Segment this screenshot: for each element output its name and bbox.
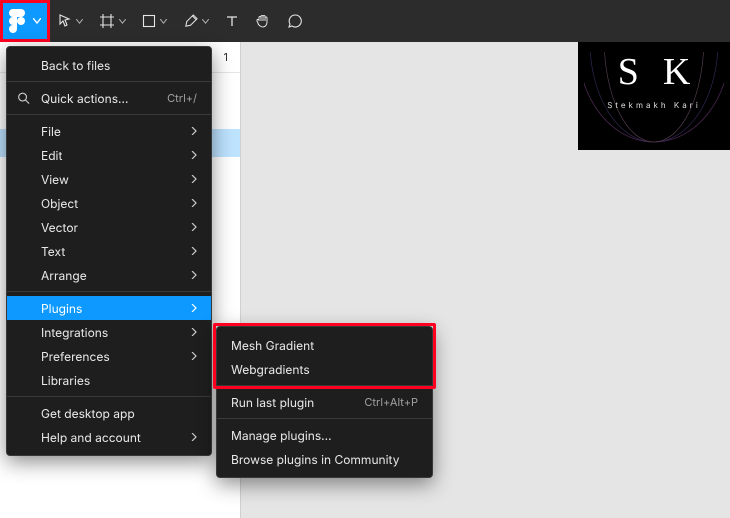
text-icon — [225, 14, 239, 28]
chevron-right-icon — [191, 175, 197, 183]
shape-tool[interactable] — [134, 0, 175, 42]
chevron-down-icon — [119, 19, 126, 24]
search-icon — [17, 92, 30, 105]
menu-label: Plugins — [41, 301, 82, 316]
canvas-thumbnail: SK Stekmakh Kari — [578, 42, 730, 150]
figma-logo-icon — [9, 9, 25, 33]
chevron-right-icon — [191, 328, 197, 336]
menu-label: Libraries — [41, 373, 90, 388]
chevron-down-icon — [160, 19, 167, 24]
submenu-shortcut: Ctrl+Alt+P — [364, 395, 418, 409]
menu-separator — [7, 114, 211, 115]
menu-label: Object — [41, 196, 78, 211]
frame-icon — [99, 13, 115, 29]
main-menu: Back to files Quick actions... Ctrl+/ Fi… — [6, 46, 212, 456]
menu-quick-actions[interactable]: Quick actions... Ctrl+/ — [7, 86, 211, 110]
submenu-label: Browse plugins in Community — [231, 452, 399, 467]
frame-tool[interactable] — [91, 0, 134, 42]
menu-label: Arrange — [41, 268, 87, 283]
menu-back-to-files[interactable]: Back to files — [7, 53, 211, 77]
menu-separator — [7, 81, 211, 82]
menu-libraries[interactable]: Libraries — [7, 368, 211, 392]
chevron-right-icon — [191, 127, 197, 135]
menu-file[interactable]: File — [7, 119, 211, 143]
menu-separator — [7, 291, 211, 292]
submenu-mesh-gradient[interactable]: Mesh Gradient — [217, 333, 432, 357]
hand-icon — [255, 13, 271, 29]
submenu-webgradients[interactable]: Webgradients — [217, 357, 432, 381]
chevron-right-icon — [191, 223, 197, 231]
chevron-down-icon — [33, 18, 41, 24]
thumb-subtitle: Stekmakh Kari — [578, 100, 730, 110]
menu-object[interactable]: Object — [7, 191, 211, 215]
chevron-right-icon — [191, 304, 197, 312]
chevron-right-icon — [191, 199, 197, 207]
move-tool[interactable] — [50, 0, 91, 42]
menu-plugins[interactable]: Plugins — [7, 296, 211, 320]
submenu-label: Webgradients — [231, 362, 310, 377]
menu-text[interactable]: Text — [7, 239, 211, 263]
hand-tool[interactable] — [247, 0, 279, 42]
text-tool[interactable] — [217, 0, 247, 42]
submenu-label: Mesh Gradient — [231, 338, 314, 353]
pen-tool[interactable] — [175, 0, 217, 42]
plugins-submenu: Mesh Gradient Webgradients Run last plug… — [216, 326, 433, 478]
top-toolbar — [0, 0, 730, 42]
menu-label: Preferences — [41, 349, 110, 364]
menu-label: Help and account — [41, 430, 141, 445]
thumb-title: SK — [578, 50, 730, 94]
menu-label: Edit — [41, 148, 62, 163]
menu-label: Get desktop app — [41, 406, 135, 421]
submenu-manage-plugins[interactable]: Manage plugins... — [217, 423, 432, 447]
menu-label: View — [41, 172, 69, 187]
menu-label: Integrations — [41, 325, 108, 340]
menu-shortcut: Ctrl+/ — [167, 91, 197, 105]
highlight-box — [0, 0, 50, 42]
cursor-icon — [58, 14, 72, 28]
menu-get-desktop-app[interactable]: Get desktop app — [7, 401, 211, 425]
chevron-down-icon — [76, 19, 83, 24]
chevron-right-icon — [191, 352, 197, 360]
figma-menu-button[interactable] — [0, 0, 50, 42]
menu-preferences[interactable]: Preferences — [7, 344, 211, 368]
menu-label: Text — [41, 244, 65, 259]
submenu-label: Run last plugin — [231, 395, 314, 410]
chevron-right-icon — [191, 433, 197, 441]
page-selector[interactable]: 1 — [224, 50, 228, 64]
submenu-browse-community[interactable]: Browse plugins in Community — [217, 447, 432, 471]
chevron-right-icon — [191, 271, 197, 279]
menu-arrange[interactable]: Arrange — [7, 263, 211, 287]
menu-integrations[interactable]: Integrations — [7, 320, 211, 344]
menu-label: Vector — [41, 220, 78, 235]
menu-label: Back to files — [41, 58, 110, 73]
submenu-separator — [217, 385, 432, 386]
menu-separator — [7, 396, 211, 397]
submenu-separator — [217, 418, 432, 419]
comment-tool[interactable] — [279, 0, 311, 42]
chevron-right-icon — [191, 247, 197, 255]
menu-label: File — [41, 124, 61, 139]
menu-view[interactable]: View — [7, 167, 211, 191]
menu-help-account[interactable]: Help and account — [7, 425, 211, 449]
menu-edit[interactable]: Edit — [7, 143, 211, 167]
submenu-label: Manage plugins... — [231, 428, 332, 443]
submenu-run-last-plugin[interactable]: Run last plugin Ctrl+Alt+P — [217, 390, 432, 414]
comment-icon — [287, 13, 303, 29]
pen-icon — [183, 14, 198, 29]
chevron-right-icon — [191, 151, 197, 159]
chevron-down-icon — [202, 19, 209, 24]
rectangle-icon — [142, 14, 156, 28]
menu-vector[interactable]: Vector — [7, 215, 211, 239]
menu-label: Quick actions... — [41, 91, 128, 106]
